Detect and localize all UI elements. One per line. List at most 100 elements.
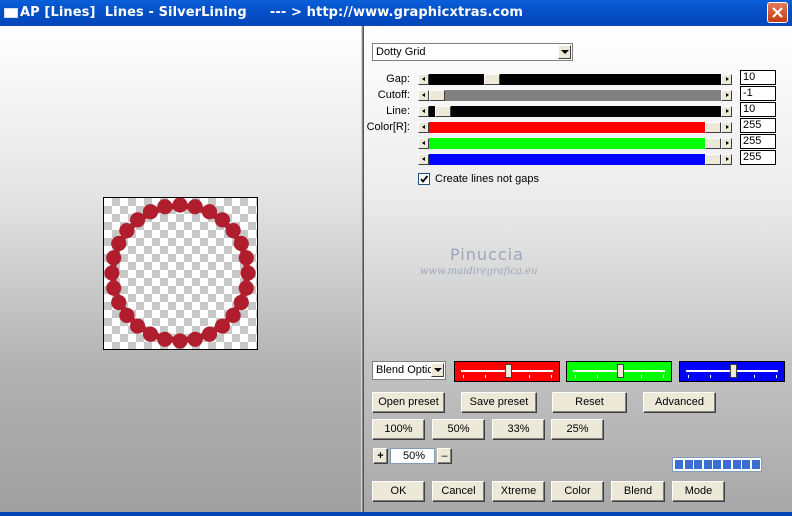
arrow-left-icon[interactable] — [418, 122, 429, 133]
zoom-out-button[interactable]: – — [437, 448, 452, 464]
progress-segment — [684, 460, 693, 469]
mode-button[interactable]: Mode — [672, 481, 725, 502]
color-r-slider-thumb[interactable] — [705, 122, 721, 133]
line-slider-thumb[interactable] — [435, 106, 451, 117]
color-g-slider[interactable] — [418, 138, 732, 149]
arrow-left-icon[interactable] — [418, 90, 429, 101]
xtreme-button[interactable]: Xtreme — [492, 481, 545, 502]
color-r-slider[interactable] — [418, 122, 732, 133]
preview-image — [103, 197, 258, 350]
color-r-label: Color[R]: — [366, 121, 410, 133]
arrow-left-icon[interactable] — [418, 138, 429, 149]
green-blend-slider[interactable] — [566, 361, 672, 382]
line-label: Line: — [386, 105, 410, 117]
preset-dropdown[interactable]: Dotty Grid — [372, 43, 573, 61]
cancel-button[interactable]: Cancel — [432, 481, 485, 502]
arrow-left-icon[interactable] — [418, 106, 429, 117]
progress-segment — [732, 460, 741, 469]
close-button[interactable] — [767, 2, 788, 23]
cutoff-slider[interactable] — [418, 90, 732, 101]
cutoff-value-field[interactable]: -1 — [740, 86, 776, 101]
tick-mark — [485, 375, 486, 378]
window-title: AP [Lines] Lines - SilverLining --- > ht… — [20, 5, 524, 20]
zoom-25-button[interactable]: 25% — [551, 419, 604, 440]
tick-mark — [529, 375, 530, 378]
red-blend-thumb[interactable] — [505, 364, 512, 378]
color-r-slider-track[interactable] — [429, 122, 721, 133]
progress-bar — [672, 457, 762, 472]
cutoff-label: Cutoff: — [377, 89, 410, 101]
arrow-right-icon[interactable] — [721, 138, 732, 149]
tick-mark — [551, 375, 552, 378]
arrow-right-icon[interactable] — [721, 74, 732, 85]
arrow-right-icon[interactable] — [721, 154, 732, 165]
cutoff-slider-track[interactable] — [429, 90, 721, 101]
close-icon — [772, 7, 783, 18]
color-b-slider-track[interactable] — [429, 154, 721, 165]
color-g-value-field[interactable]: 255 — [740, 134, 776, 149]
gap-slider-thumb[interactable] — [484, 74, 500, 85]
open-preset-button[interactable]: Open preset — [372, 392, 445, 413]
color-b-value-field[interactable]: 255 — [740, 150, 776, 165]
gap-label: Gap: — [386, 73, 410, 85]
arrow-left-icon[interactable] — [418, 74, 429, 85]
blue-blend-slider[interactable] — [679, 361, 785, 382]
tick-mark — [710, 375, 711, 378]
tick-mark — [575, 375, 576, 378]
progress-segment — [675, 460, 683, 469]
tick-mark — [776, 375, 777, 378]
arrow-right-icon[interactable] — [721, 106, 732, 117]
zoom-value-field[interactable]: 50% — [390, 448, 435, 464]
window-icon — [4, 8, 18, 18]
zoom-100-button[interactable]: 100% — [372, 419, 425, 440]
blue-blend-thumb[interactable] — [730, 364, 737, 378]
watermark-url: www.maidiregrafica.eu — [420, 266, 538, 277]
advanced-button[interactable]: Advanced — [643, 392, 716, 413]
color-g-slider-track[interactable] — [429, 138, 721, 149]
blend-button[interactable]: Blend — [611, 481, 665, 502]
tick-mark — [688, 375, 689, 378]
gap-value-field[interactable]: 10 — [740, 70, 776, 85]
progress-segment — [742, 460, 751, 469]
tick-mark — [597, 375, 598, 378]
progress-segment — [751, 460, 760, 469]
chevron-down-icon[interactable] — [431, 363, 444, 377]
save-preset-button[interactable]: Save preset — [461, 392, 537, 413]
chevron-down-icon[interactable] — [558, 45, 571, 59]
reset-button[interactable]: Reset — [552, 392, 627, 413]
ok-button[interactable]: OK — [372, 481, 425, 502]
create-lines-checkbox[interactable] — [418, 173, 430, 185]
color-b-slider[interactable] — [418, 154, 732, 165]
progress-segment — [703, 460, 712, 469]
line-value-field[interactable]: 10 — [740, 102, 776, 117]
cutoff-slider-thumb[interactable] — [429, 90, 445, 101]
preset-dropdown-value: Dotty Grid — [376, 46, 426, 58]
checkmark-icon — [420, 175, 429, 183]
progress-segment — [713, 460, 722, 469]
color-r-value-field[interactable]: 255 — [740, 118, 776, 133]
progress-segment — [694, 460, 703, 469]
watermark-name: Pinuccia — [450, 245, 524, 264]
color-b-slider-thumb[interactable] — [705, 154, 721, 165]
line-slider[interactable] — [418, 106, 732, 117]
arrow-left-icon[interactable] — [418, 154, 429, 165]
zoom-in-button[interactable]: + — [373, 448, 388, 464]
red-blend-slider[interactable] — [454, 361, 560, 382]
zoom-33-button[interactable]: 33% — [492, 419, 545, 440]
arrow-right-icon[interactable] — [721, 122, 732, 133]
blend-options-value: Blend Optio — [376, 364, 431, 376]
blend-options-dropdown[interactable]: Blend Optio — [372, 361, 446, 380]
ring-band — [110, 203, 250, 343]
tick-mark — [663, 375, 664, 378]
zoom-50-button[interactable]: 50% — [432, 419, 485, 440]
arrow-right-icon[interactable] — [721, 90, 732, 101]
green-blend-thumb[interactable] — [617, 364, 624, 378]
color-g-slider-thumb[interactable] — [705, 138, 721, 149]
gap-slider[interactable] — [418, 74, 732, 85]
line-slider-track[interactable] — [429, 106, 721, 117]
tick-mark — [641, 375, 642, 378]
gap-slider-track[interactable] — [429, 74, 721, 85]
tick-mark — [463, 375, 464, 378]
preview-ring — [104, 197, 256, 349]
color-button[interactable]: Color — [551, 481, 604, 502]
